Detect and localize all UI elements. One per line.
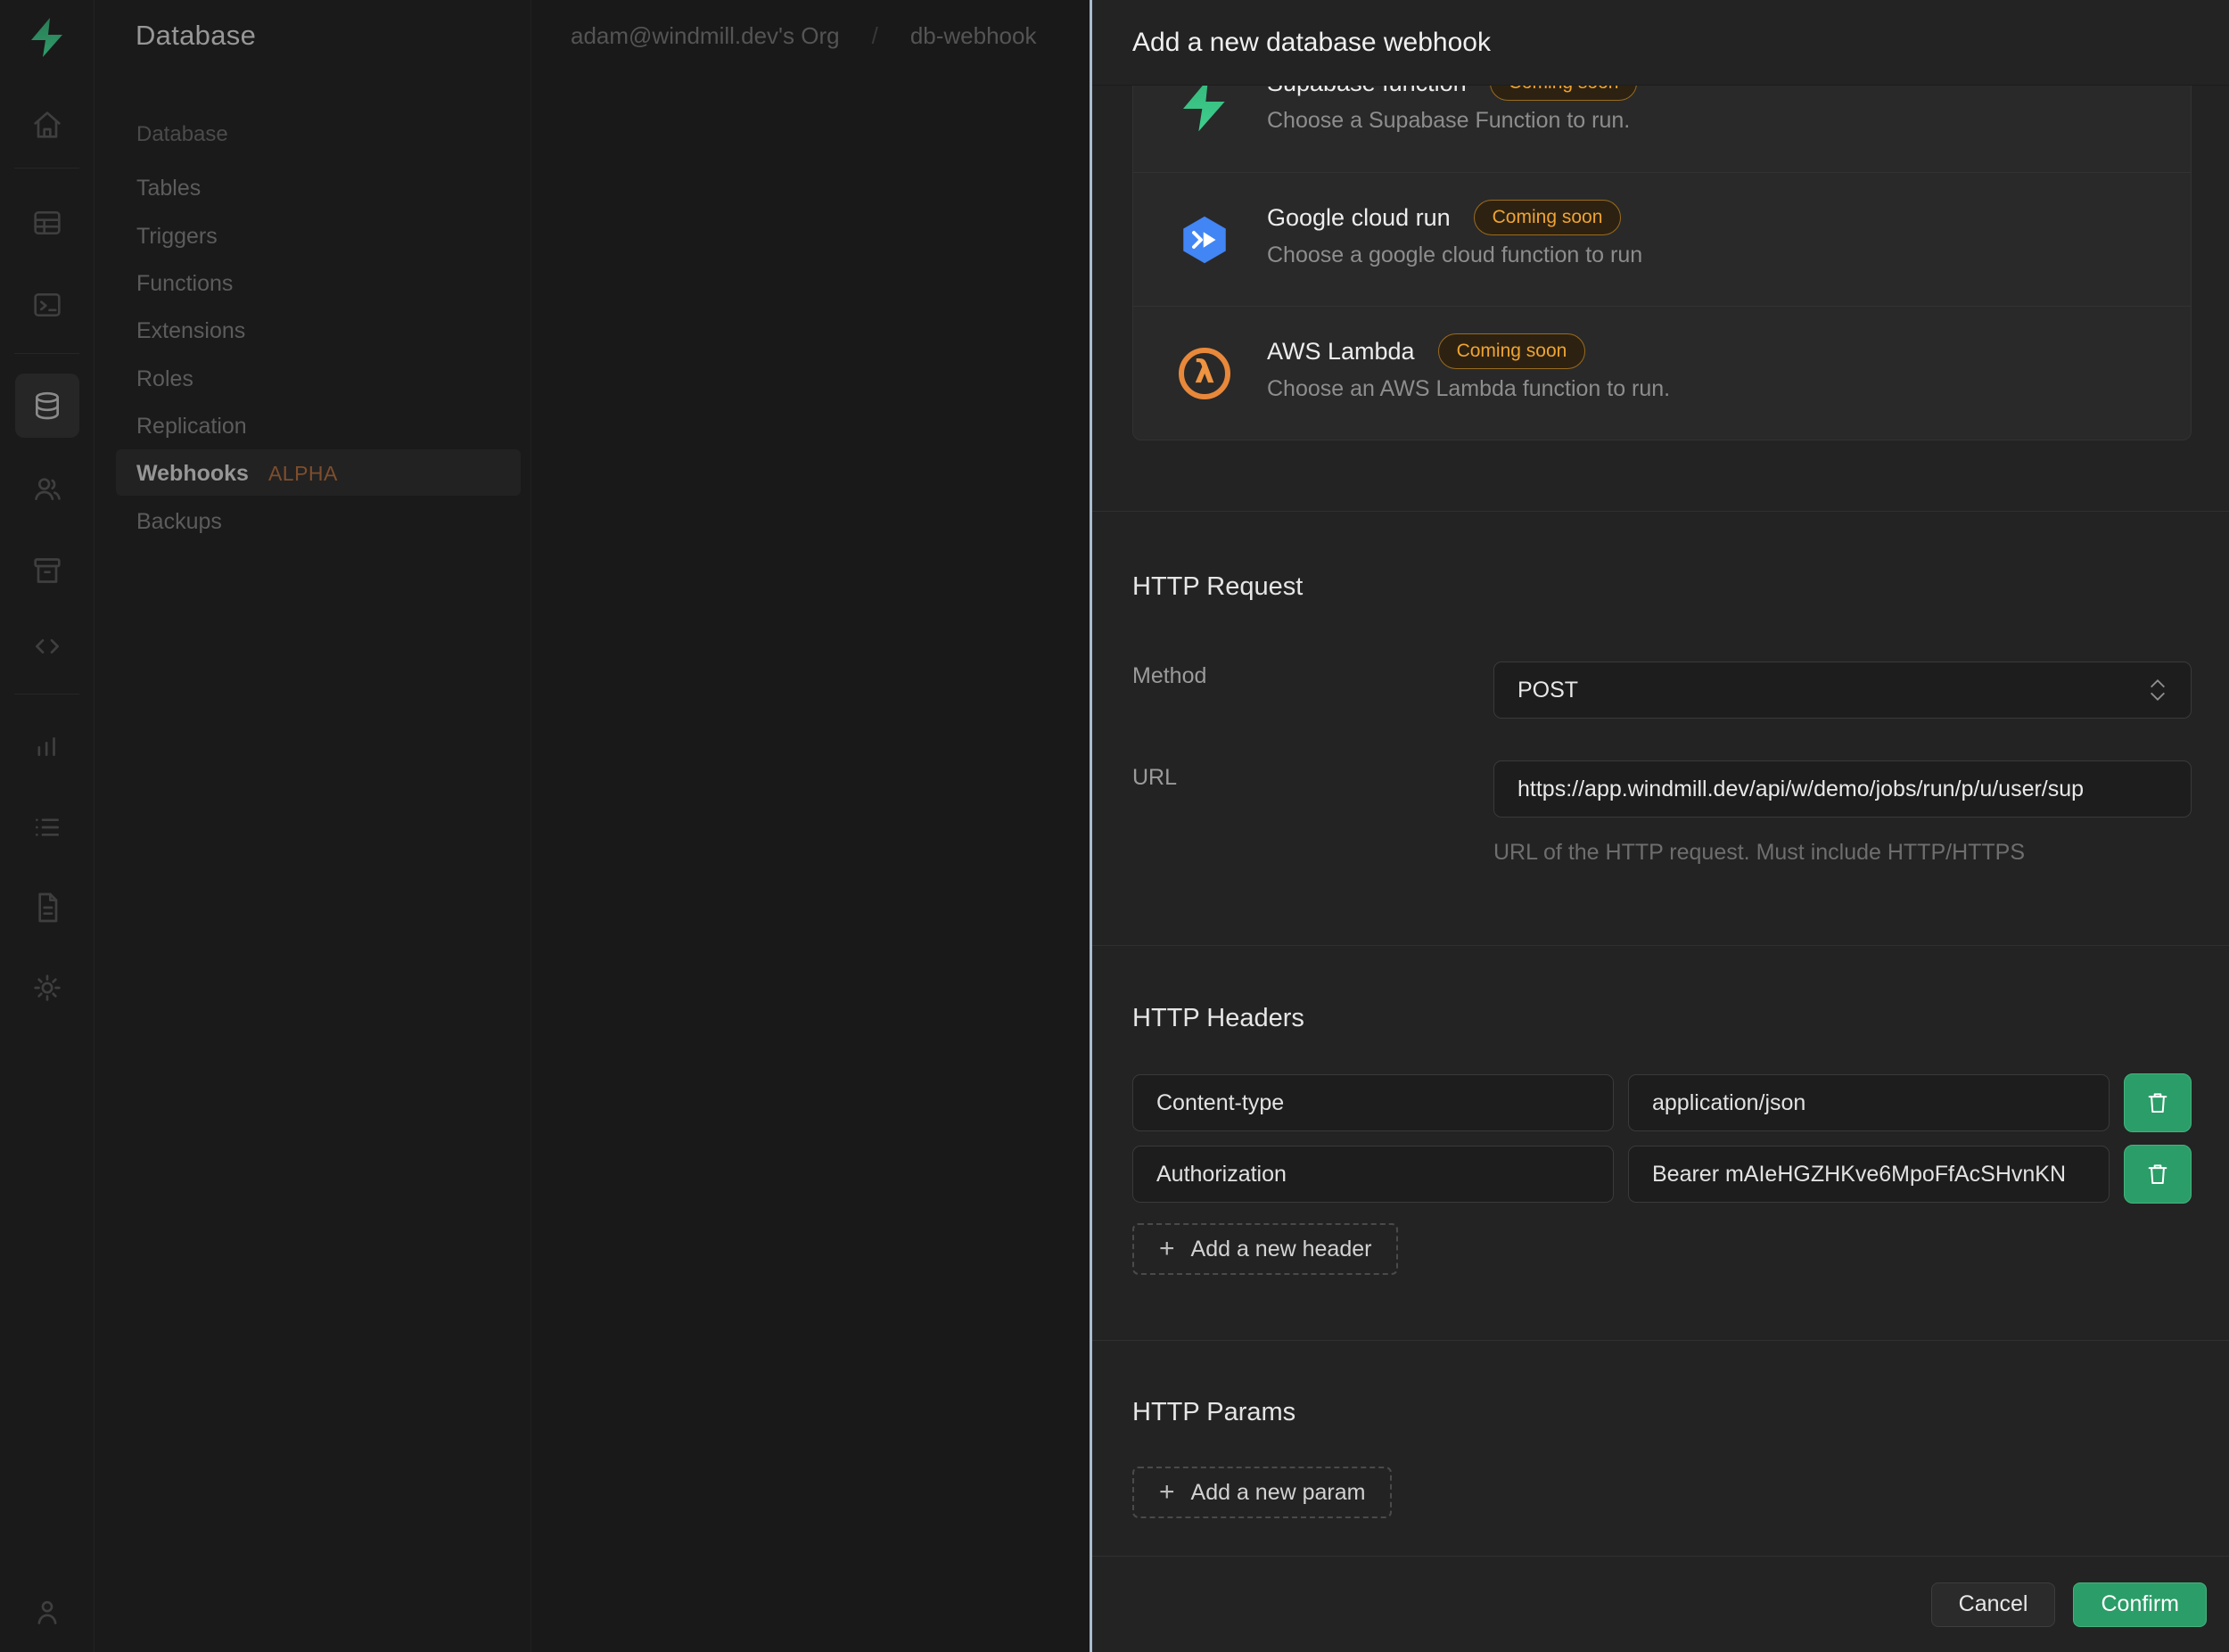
nav-item-replication[interactable]: Replication — [136, 414, 247, 440]
table-icon — [33, 211, 61, 234]
dimmed-content-area: adam@windmill.dev's Org / db-webhook — [531, 0, 1090, 1652]
rail-home[interactable] — [15, 93, 79, 157]
aws-lambda-icon: λ — [1176, 345, 1233, 402]
header-value-input[interactable]: application/json — [1628, 1074, 2110, 1131]
nav-item-triggers[interactable]: Triggers — [136, 224, 218, 250]
option-title: Supabase function — [1267, 86, 1467, 97]
breadcrumb-separator: / — [871, 22, 878, 49]
code-brackets-icon — [35, 639, 59, 653]
coming-soon-badge: Coming soon — [1437, 333, 1586, 369]
rail-logs[interactable] — [15, 795, 79, 859]
supabase-bolt-icon — [1176, 86, 1233, 134]
list-icon — [35, 818, 59, 836]
file-text-icon — [37, 892, 57, 923]
breadcrumb-org[interactable]: adam@windmill.dev's Org — [571, 22, 840, 50]
bar-chart-icon — [37, 737, 55, 756]
http-request-title: HTTP Request — [1132, 572, 1304, 601]
section-divider — [1092, 1340, 2229, 1341]
section-divider — [1092, 511, 2229, 512]
nav-item-roles[interactable]: Roles — [136, 366, 193, 392]
icon-rail — [0, 0, 95, 1652]
supabase-logo[interactable] — [15, 9, 79, 66]
nav-title: Database — [136, 20, 257, 51]
section-divider — [1092, 945, 2229, 946]
url-label: URL — [1132, 765, 1178, 790]
method-value: POST — [1518, 677, 1579, 703]
cancel-button[interactable]: Cancel — [1930, 1582, 2056, 1627]
http-headers-title: HTTP Headers — [1132, 1004, 1304, 1032]
url-input[interactable]: https://app.windmill.dev/api/w/demo/jobs… — [1493, 760, 2192, 818]
header-key-input[interactable]: Content-type — [1132, 1074, 1614, 1131]
rail-storage[interactable] — [15, 538, 79, 603]
add-header-button[interactable]: + Add a new header — [1132, 1223, 1399, 1275]
breadcrumb: adam@windmill.dev's Org / db-webhook — [571, 22, 1036, 50]
database-nav-panel: Database Database Tables Triggers Functi… — [95, 0, 531, 1652]
method-label: Method — [1132, 663, 1207, 688]
archive-icon — [33, 558, 61, 583]
coming-soon-badge: Coming soon — [1473, 200, 1622, 235]
panel-title: Add a new database webhook — [1132, 27, 1491, 57]
rail-api[interactable] — [15, 614, 79, 678]
rail-settings[interactable] — [15, 956, 79, 1020]
database-icon — [35, 391, 59, 420]
home-icon — [33, 111, 61, 138]
url-value: https://app.windmill.dev/api/w/demo/jobs… — [1518, 776, 2085, 801]
option-description: Choose a google cloud function to run — [1267, 242, 1643, 267]
coming-soon-badge: Coming soon — [1489, 86, 1638, 101]
nav-item-extensions[interactable]: Extensions — [136, 318, 245, 344]
method-select[interactable]: POST — [1493, 662, 2192, 719]
option-aws-lambda[interactable]: λ AWS Lambda Coming soon Choose an AWS L… — [1133, 306, 2191, 440]
nav-item-backups[interactable]: Backups — [136, 509, 222, 535]
plus-icon: + — [1159, 1234, 1175, 1263]
supabase-bolt-icon — [30, 18, 62, 57]
nav-item-tables[interactable]: Tables — [136, 176, 201, 201]
rail-auth[interactable] — [15, 456, 79, 521]
rail-database-active[interactable] — [14, 374, 79, 438]
select-chevrons-icon — [2148, 678, 2167, 703]
nav-item-webhooks[interactable]: Webhooks ALPHA — [136, 461, 338, 487]
option-google-cloud-run[interactable]: Google cloud run Coming soon Choose a go… — [1133, 172, 2191, 306]
service-options-list: Supabase function Coming soon Choose a S… — [1132, 86, 2192, 440]
panel-footer: Cancel Confirm — [1092, 1556, 2229, 1652]
option-description: Choose an AWS Lambda function to run. — [1267, 376, 1671, 401]
rail-sql-editor[interactable] — [15, 273, 79, 337]
url-help-text: URL of the HTTP request. Must include HT… — [1493, 840, 2026, 865]
add-param-button[interactable]: + Add a new param — [1132, 1467, 1393, 1518]
rail-table-editor[interactable] — [15, 191, 79, 255]
rail-docs[interactable] — [15, 875, 79, 940]
users-icon — [34, 478, 61, 500]
rail-reports[interactable] — [15, 712, 79, 777]
delete-header-button[interactable] — [2124, 1145, 2192, 1204]
gear-icon — [33, 974, 61, 1001]
nav-item-functions[interactable]: Functions — [136, 271, 233, 297]
panel-header: Add a new database webhook — [1092, 0, 2229, 86]
plus-icon: + — [1159, 1477, 1175, 1507]
option-title: AWS Lambda — [1267, 337, 1415, 365]
rail-divider — [14, 353, 79, 354]
terminal-icon — [33, 293, 61, 316]
nav-item-webhooks-label: Webhooks — [136, 461, 249, 486]
option-title: Google cloud run — [1267, 203, 1451, 231]
alpha-badge: ALPHA — [267, 462, 338, 485]
google-cloud-run-icon — [1176, 211, 1233, 268]
nav-section-label: Database — [136, 122, 228, 146]
trash-icon — [2148, 1093, 2167, 1113]
panel-body: Supabase function Coming soon Choose a S… — [1092, 86, 2229, 1556]
panel-left-edge — [1090, 0, 1092, 1652]
confirm-button[interactable]: Confirm — [2073, 1582, 2207, 1627]
http-params-title: HTTP Params — [1132, 1398, 1296, 1426]
option-description: Choose a Supabase Function to run. — [1267, 108, 1631, 133]
person-icon — [37, 1600, 57, 1624]
rail-account[interactable] — [15, 1580, 79, 1644]
breadcrumb-project[interactable]: db-webhook — [910, 22, 1037, 50]
header-value-input[interactable]: Bearer mAIeHGZHKve6MpoFfAcSHvnKN — [1628, 1146, 2110, 1203]
trash-icon — [2148, 1164, 2167, 1184]
option-supabase-function[interactable]: Supabase function Coming soon Choose a S… — [1133, 86, 2191, 172]
delete-header-button[interactable] — [2124, 1073, 2192, 1132]
webhook-slideover-panel: Add a new database webhook Supabase func… — [1092, 0, 2229, 1652]
header-key-input[interactable]: Authorization — [1132, 1146, 1614, 1203]
